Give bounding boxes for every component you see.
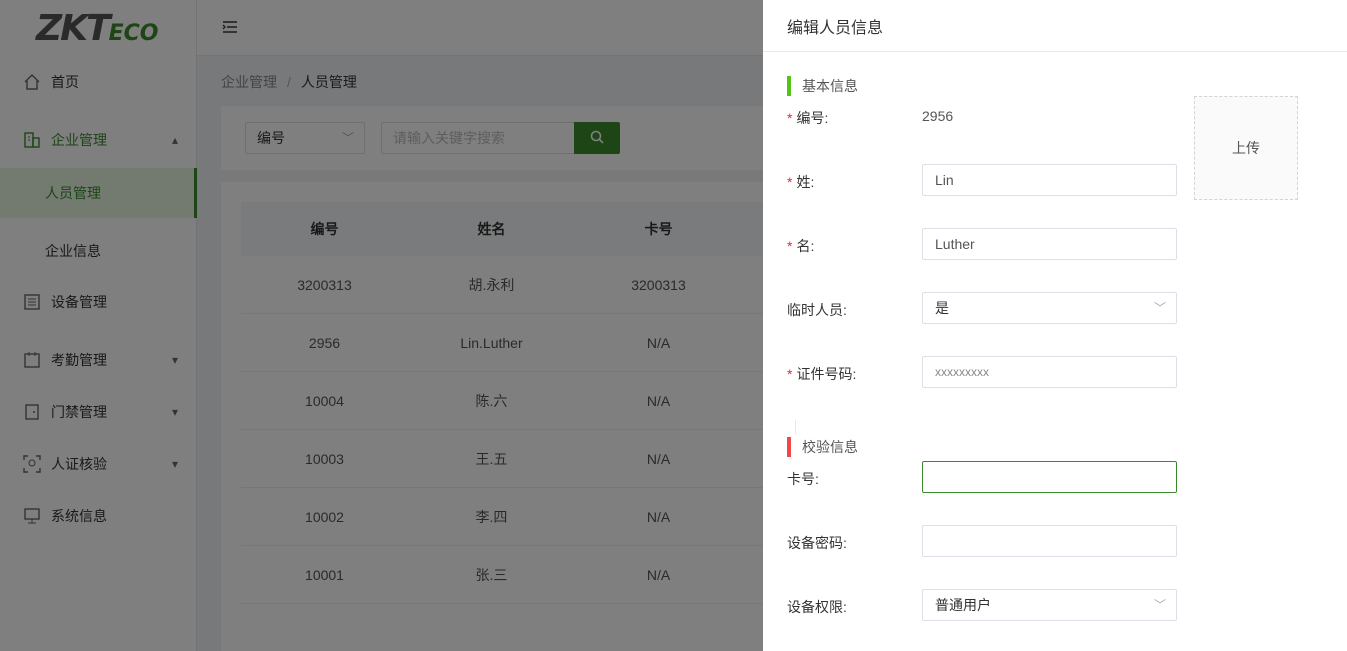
- given-name-input[interactable]: [922, 228, 1177, 260]
- temporary-select-value: 是: [935, 300, 949, 316]
- temporary-select[interactable]: 是 ﹀: [922, 292, 1177, 324]
- drawer-divider: [763, 51, 1347, 52]
- device-permission-label: 设备权限:: [787, 599, 847, 615]
- id-value: 2956: [922, 108, 954, 124]
- device-password-label: 设备密码:: [787, 535, 847, 551]
- cert-number-input[interactable]: [922, 356, 1177, 388]
- device-permission-value: 普通用户: [935, 597, 991, 613]
- id-label: * 编号:: [787, 110, 829, 126]
- upload-label: 上传: [1232, 140, 1260, 156]
- given-name-label: * 名:: [787, 238, 815, 254]
- section-title-text: 基本信息: [802, 78, 858, 94]
- temporary-label: 临时人员:: [787, 302, 847, 318]
- device-password-input[interactable]: [922, 525, 1177, 557]
- section-verify-info: 校验信息: [787, 437, 858, 457]
- card-number-input[interactable]: [922, 461, 1177, 493]
- drawer-title: 编辑人员信息: [787, 20, 884, 37]
- surname-label: * 姓:: [787, 174, 815, 190]
- photo-upload[interactable]: 上传: [1194, 96, 1298, 200]
- section-marker: [787, 437, 791, 457]
- edit-staff-drawer: 编辑人员信息 基本信息 *编号: 2956 上传 *姓: *名: 临时人员: 是…: [763, 0, 1347, 651]
- card-number-label: 卡号:: [787, 471, 819, 487]
- section-title-text: 校验信息: [802, 439, 858, 455]
- section-basic-info: 基本信息: [787, 76, 858, 96]
- chevron-down-icon: ﹀: [1153, 598, 1166, 612]
- surname-input[interactable]: [922, 164, 1177, 196]
- divider-mark: [795, 420, 796, 434]
- device-permission-select[interactable]: 普通用户 ﹀: [922, 589, 1177, 621]
- section-marker: [787, 76, 791, 96]
- chevron-down-icon: ﹀: [1153, 301, 1166, 315]
- cert-number-label: * 证件号码:: [787, 366, 857, 382]
